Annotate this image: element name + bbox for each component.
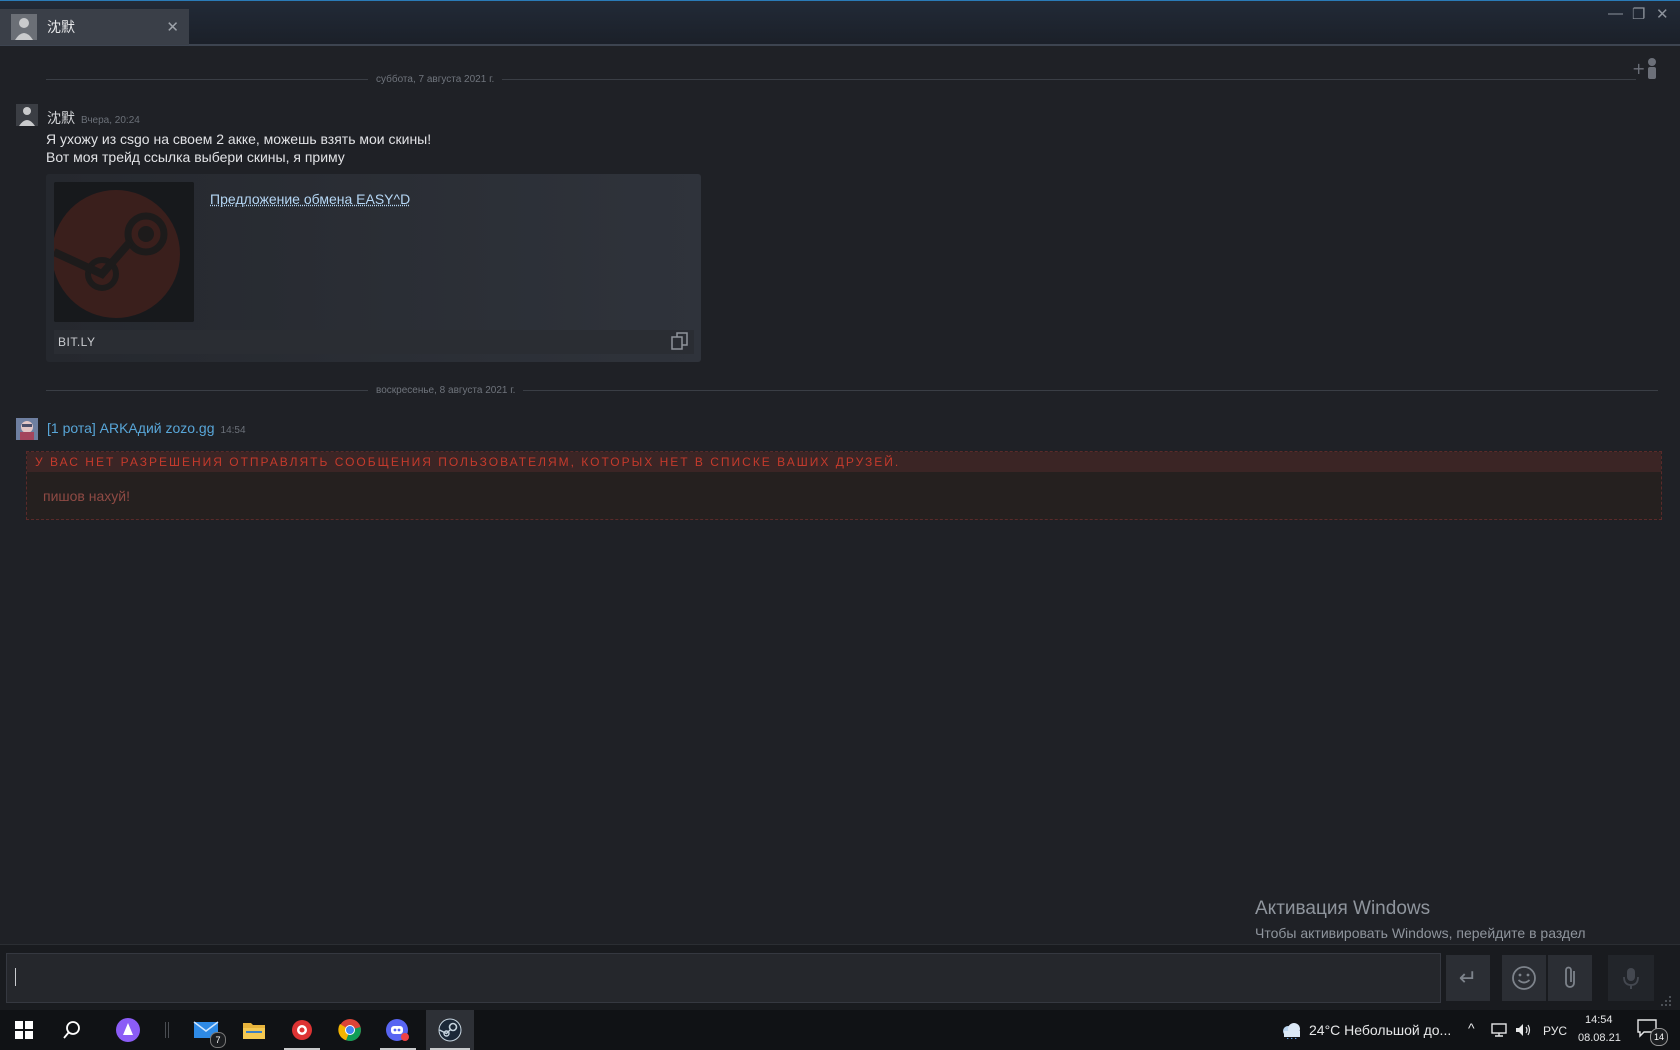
message-text: Я ухожу из csgo на своем 2 акке, можешь … (46, 131, 432, 147)
folder-icon (243, 1023, 265, 1039)
restore-button[interactable]: ❐ (1632, 5, 1645, 23)
date-divider-label: воскресенье, 8 августа 2021 г. (376, 384, 516, 396)
taskbar-app-red[interactable] (280, 1010, 324, 1050)
avatar[interactable] (16, 418, 38, 440)
embed-title-link[interactable]: Предложение обмена EASY^D (210, 191, 410, 207)
chrome-icon (338, 1019, 361, 1042)
app-red-icon (292, 1020, 312, 1040)
date-divider: воскресенье, 8 августа 2021 г. (46, 383, 1658, 397)
network-icon[interactable] (1490, 1022, 1508, 1038)
embed-footer: BIT.LY (54, 330, 694, 354)
anime-avatar-icon (16, 418, 38, 440)
steam-icon (438, 1018, 462, 1042)
steam-logo-icon (54, 182, 194, 322)
alice-icon (116, 1018, 140, 1042)
taskbar-discord[interactable] (376, 1010, 420, 1050)
tab-title: 沈默 (47, 19, 75, 35)
window-close-button[interactable]: ✕ (1656, 5, 1669, 23)
date-divider-label: суббота, 7 августа 2021 г. (376, 73, 495, 85)
send-icon: ↵ (1458, 965, 1478, 990)
clock-time[interactable]: 14:54 (1585, 1014, 1613, 1026)
tab-close-icon[interactable]: ✕ (166, 18, 179, 36)
taskbar-separator (165, 1022, 166, 1038)
activation-watermark-title: Активация Windows (1255, 898, 1431, 919)
message-sender[interactable]: 沈默 Вчера, 20:24 (47, 108, 140, 128)
failed-message-text: пишов нахуй! (43, 488, 130, 504)
discord-icon (386, 1019, 409, 1041)
error-heading: У ВАС НЕТ РАЗРЕШЕНИЯ ОТПРАВЛЯТЬ СООБЩЕНИ… (27, 452, 1661, 472)
user-silhouette-icon (16, 104, 38, 126)
error-message-box: У ВАС НЕТ РАЗРЕШЕНИЯ ОТПРАВЛЯТЬ СООБЩЕНИ… (26, 451, 1662, 520)
message-timestamp: 14:54 (220, 425, 246, 436)
weather-cloud-icon[interactable] (1280, 1021, 1302, 1039)
send-button[interactable]: ↵ (1446, 955, 1490, 1001)
embed-domain: BIT.LY (58, 335, 96, 349)
title-bar: 沈默 ✕ — ❐ ✕ (0, 0, 1680, 46)
tray-expand-icon[interactable]: ^ (1468, 1020, 1475, 1036)
language-indicator[interactable]: РУС (1543, 1024, 1567, 1038)
clock-date[interactable]: 08.08.21 (1578, 1032, 1621, 1044)
date-divider: суббота, 7 августа 2021 г. (46, 72, 1636, 86)
attach-button[interactable] (1548, 955, 1592, 1001)
chat-log[interactable]: + суббота, 7 августа 2021 г. 沈默 Вчера, 20… (0, 46, 1680, 944)
sender-name[interactable]: [1 рота] ARKАдий zozo.gg (47, 420, 215, 436)
paperclip-icon (1565, 966, 1575, 988)
notification-center-button[interactable]: 14 (1636, 1018, 1672, 1046)
taskbar-explorer[interactable] (232, 1010, 276, 1050)
search-button[interactable] (50, 1010, 94, 1050)
alice-assistant-button[interactable] (106, 1010, 150, 1050)
resize-grip-icon[interactable] (1658, 993, 1672, 1007)
smiley-icon (1512, 966, 1536, 990)
user-silhouette-icon (11, 14, 37, 40)
taskbar-mail[interactable]: 7 (184, 1010, 228, 1050)
taskbar-steam[interactable] (426, 1010, 474, 1050)
notification-badge: 14 (1650, 1028, 1668, 1046)
tab-avatar (11, 14, 37, 40)
voice-button[interactable] (1608, 955, 1654, 1001)
microphone-icon (1623, 968, 1639, 989)
taskbar-separator (168, 1022, 169, 1038)
message-sender[interactable]: [1 рота] ARKАдий zozo.gg 14:54 (47, 420, 246, 436)
search-icon (63, 1021, 80, 1039)
taskbar-chrome[interactable] (328, 1010, 372, 1050)
text-caret (15, 968, 16, 986)
windows-taskbar: 7 24°C Небольшой до... ^ РУС 14:54 08.08… (0, 1010, 1680, 1050)
chat-tab[interactable]: 沈默 ✕ (0, 9, 189, 45)
emoticon-button[interactable] (1502, 955, 1546, 1001)
message-timestamp: Вчера, 20:24 (81, 115, 140, 126)
weather-label[interactable]: 24°C Небольшой до... (1309, 1022, 1451, 1038)
message-input[interactable] (6, 953, 1441, 1003)
minimize-button[interactable]: — (1608, 5, 1623, 22)
embed-thumbnail (54, 182, 194, 322)
message-text: Вот моя трейд ссылка выбери скины, я при… (46, 149, 345, 165)
message-input-bar: ↵ (0, 944, 1680, 1011)
link-embed[interactable]: Предложение обмена EASY^D BIT.LY (46, 174, 701, 362)
avatar[interactable] (16, 104, 38, 126)
sender-name[interactable]: 沈默 (47, 110, 75, 126)
volume-icon[interactable] (1514, 1022, 1532, 1038)
start-button[interactable] (2, 1010, 46, 1050)
copy-link-icon[interactable] (670, 331, 690, 351)
mail-badge: 7 (210, 1032, 226, 1048)
windows-logo-icon (15, 1021, 33, 1039)
